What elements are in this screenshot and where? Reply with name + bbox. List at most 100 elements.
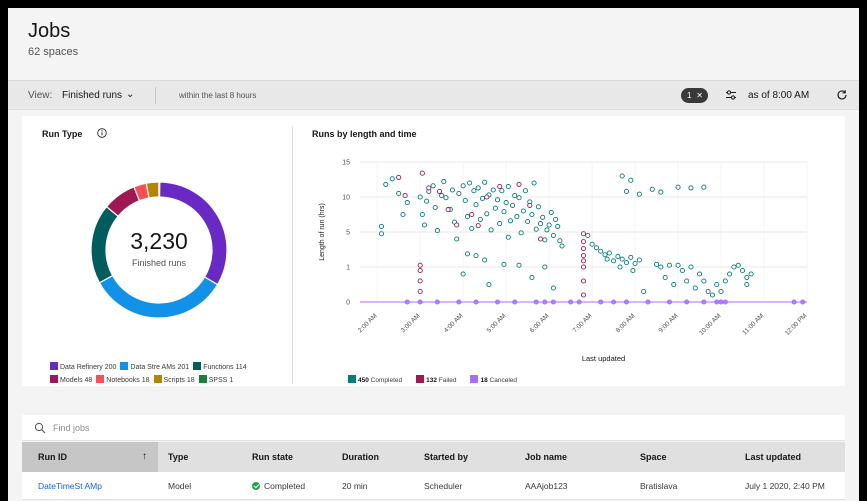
data-point-completed[interactable] <box>537 221 544 227</box>
data-point-completed[interactable] <box>559 243 565 249</box>
data-point-completed[interactable] <box>432 204 438 211</box>
data-point-completed[interactable] <box>628 177 634 183</box>
search-input[interactable] <box>53 420 453 436</box>
data-point-completed[interactable] <box>548 209 554 215</box>
data-point-canceled[interactable] <box>434 299 440 305</box>
data-point-completed[interactable] <box>497 221 503 227</box>
data-point-failed[interactable] <box>580 292 587 298</box>
legend-item-spss[interactable]: SPSS 1 <box>198 375 233 384</box>
data-point-completed[interactable] <box>389 176 395 182</box>
data-point-completed[interactable] <box>505 183 511 190</box>
data-point-completed[interactable] <box>606 250 612 256</box>
data-point-canceled[interactable] <box>576 299 582 305</box>
sort-arrow-up-icon[interactable]: ↑ <box>142 451 147 462</box>
data-point-completed[interactable] <box>718 288 724 295</box>
data-point-completed[interactable] <box>617 264 623 270</box>
data-point-failed[interactable] <box>436 188 443 194</box>
column-header-type[interactable]: Type <box>168 452 188 462</box>
data-point-completed[interactable] <box>505 234 511 240</box>
data-point-completed[interactable] <box>662 274 668 281</box>
data-point-completed[interactable] <box>462 197 468 204</box>
data-point-completed[interactable] <box>679 267 685 274</box>
data-point-completed[interactable] <box>632 260 638 267</box>
column-header-job-name[interactable]: Job name <box>525 452 567 462</box>
data-point-completed[interactable] <box>623 260 630 266</box>
data-point-canceled[interactable] <box>542 299 548 305</box>
data-point-completed[interactable] <box>701 278 707 284</box>
chevron-down-icon[interactable]: ⌄ <box>126 89 134 100</box>
legend-item-data-refinery[interactable]: Data Refinery 200 <box>50 362 116 371</box>
settings-adjust-icon[interactable] <box>723 87 739 103</box>
data-point-completed[interactable] <box>460 183 466 189</box>
data-point-completed[interactable] <box>499 188 505 194</box>
data-point-canceled[interactable] <box>722 299 728 305</box>
data-point-canceled[interactable] <box>718 299 724 305</box>
data-point-failed[interactable] <box>417 267 423 274</box>
data-point-completed[interactable] <box>522 188 529 194</box>
data-point-completed[interactable] <box>510 202 516 208</box>
data-point-completed[interactable] <box>518 230 524 236</box>
data-point-failed[interactable] <box>580 278 587 284</box>
data-point-failed[interactable] <box>580 264 587 270</box>
data-point-completed[interactable] <box>467 180 473 186</box>
data-point-completed[interactable] <box>383 181 389 187</box>
data-point-completed[interactable] <box>507 218 513 224</box>
data-point-completed[interactable] <box>473 253 479 259</box>
data-point-completed[interactable] <box>486 281 492 288</box>
data-point-completed[interactable] <box>419 211 425 218</box>
column-header-last-updated[interactable]: Last updated <box>745 452 801 462</box>
filter-count-tag[interactable]: 1 ✕ <box>681 88 708 103</box>
data-point-completed[interactable] <box>529 274 535 281</box>
data-point-canceled[interactable] <box>512 299 518 305</box>
column-header-space[interactable]: Space <box>640 452 667 462</box>
data-point-completed[interactable] <box>464 214 471 220</box>
data-point-failed[interactable] <box>417 262 423 268</box>
data-point-completed[interactable] <box>482 179 488 185</box>
donut-slice-data-stre-ams[interactable] <box>98 274 219 319</box>
run-id-link[interactable]: DateTimeSt AMp <box>38 481 102 491</box>
data-point-completed[interactable] <box>709 292 715 298</box>
data-point-failed[interactable] <box>484 194 490 200</box>
data-point-failed[interactable] <box>527 202 533 208</box>
data-point-canceled[interactable] <box>598 299 604 305</box>
data-point-failed[interactable] <box>417 288 423 295</box>
data-point-completed[interactable] <box>540 214 546 220</box>
data-point-completed[interactable] <box>454 236 460 242</box>
data-point-canceled[interactable] <box>800 299 806 305</box>
data-point-completed[interactable] <box>494 197 501 203</box>
column-header-run-id[interactable]: Run ID <box>38 452 67 462</box>
data-point-failed[interactable] <box>426 185 432 191</box>
data-point-canceled[interactable] <box>684 299 690 305</box>
data-point-completed[interactable] <box>636 191 642 197</box>
data-point-completed[interactable] <box>400 211 406 218</box>
data-point-completed[interactable] <box>615 253 621 260</box>
data-point-completed[interactable] <box>688 185 694 191</box>
data-point-completed[interactable] <box>464 251 471 257</box>
data-point-failed[interactable] <box>445 207 451 213</box>
data-point-completed[interactable] <box>421 222 428 228</box>
data-point-canceled[interactable] <box>701 299 707 305</box>
data-point-completed[interactable] <box>396 190 402 197</box>
data-point-canceled[interactable] <box>473 299 479 305</box>
data-point-canceled[interactable] <box>623 299 630 305</box>
data-point-canceled[interactable] <box>645 299 651 305</box>
data-point-completed[interactable] <box>630 267 636 274</box>
data-point-completed[interactable] <box>516 195 522 201</box>
data-point-completed[interactable] <box>654 261 660 267</box>
data-point-completed[interactable] <box>378 223 385 229</box>
data-point-canceled[interactable] <box>611 299 617 305</box>
data-point-completed[interactable] <box>449 187 455 193</box>
data-point-completed[interactable] <box>473 202 479 208</box>
data-point-completed[interactable] <box>722 278 728 284</box>
data-point-completed[interactable] <box>671 281 677 288</box>
data-point-completed[interactable] <box>533 226 539 232</box>
close-icon[interactable]: ✕ <box>696 88 703 103</box>
data-point-completed[interactable] <box>744 274 750 281</box>
data-point-completed[interactable] <box>378 231 385 237</box>
data-point-completed[interactable] <box>593 245 599 251</box>
data-point-completed[interactable] <box>611 258 617 264</box>
data-point-completed[interactable] <box>739 267 746 274</box>
data-point-completed[interactable] <box>557 238 563 244</box>
data-point-completed[interactable] <box>471 188 477 194</box>
data-point-completed[interactable] <box>531 180 537 186</box>
